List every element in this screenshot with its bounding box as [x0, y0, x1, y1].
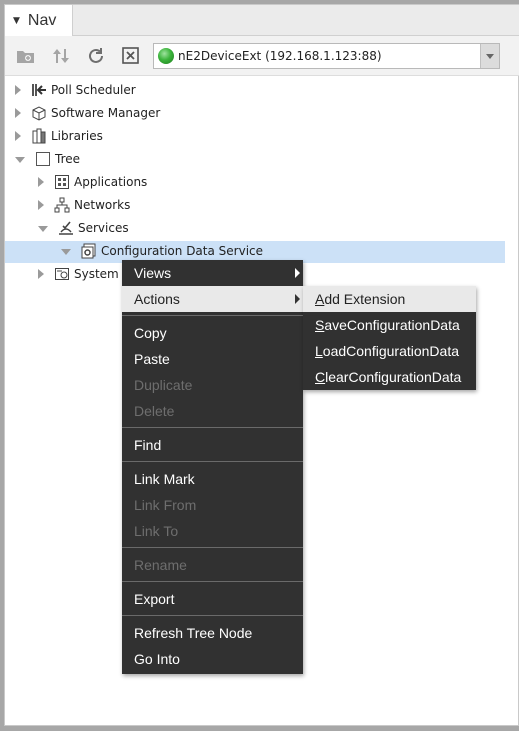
chevron-down-icon[interactable] — [480, 44, 499, 68]
menu-separator — [122, 581, 303, 582]
menu-item-export[interactable]: Export — [122, 586, 303, 612]
menu-item-label: aveConfigurationData — [324, 317, 460, 333]
context-menu: Views Actions Copy Paste Duplicate Delet… — [122, 260, 303, 674]
mnemonic-letter: C — [315, 369, 326, 385]
libraries-icon — [31, 128, 47, 144]
menu-item-label: learConfigurationData — [325, 369, 462, 385]
expand-icon[interactable] — [38, 200, 44, 210]
refresh-icon[interactable] — [85, 46, 107, 66]
expand-icon[interactable] — [38, 177, 44, 187]
tree-item-label: Poll Scheduler — [51, 83, 136, 97]
menu-separator — [122, 615, 303, 616]
submenu-item-save-configuration-data[interactable]: SaveConfigurationData — [303, 312, 476, 338]
menu-item-go-into[interactable]: Go Into — [122, 646, 303, 672]
expand-icon[interactable] — [15, 85, 21, 95]
menu-item-find[interactable]: Find — [122, 432, 303, 458]
menu-item-refresh-tree-node[interactable]: Refresh Tree Node — [122, 620, 303, 646]
menu-item-rename: Rename — [122, 552, 303, 578]
expand-icon[interactable] — [38, 269, 44, 279]
tree-item-label: Libraries — [51, 129, 103, 143]
tree-item-services[interactable]: Services — [38, 217, 129, 239]
menu-item-label: Delete — [134, 403, 175, 419]
menu-item-label: Paste — [134, 351, 170, 367]
menu-item-label: Views — [134, 265, 172, 281]
menu-item-label: Link To — [134, 523, 179, 539]
mnemonic-letter: S — [315, 317, 325, 333]
status-dot-icon — [158, 48, 174, 64]
menu-separator — [122, 547, 303, 548]
networks-icon — [54, 197, 70, 213]
submenu-item-load-configuration-data[interactable]: LoadConfigurationData — [303, 338, 476, 364]
tab-nav[interactable]: ▼ Nav — [5, 5, 73, 36]
menu-item-label: Refresh Tree Node — [134, 625, 253, 641]
menu-item-label: dd Extension — [324, 291, 406, 307]
tree-item-networks[interactable]: Networks — [38, 194, 130, 216]
tree-item-label: Networks — [74, 198, 131, 212]
collapse-icon[interactable] — [38, 226, 48, 232]
submenu-item-add-extension[interactable]: Add Extension — [303, 286, 476, 312]
mnemonic-letter: L — [315, 343, 323, 359]
menu-item-label: Go Into — [134, 651, 180, 667]
expand-icon[interactable] — [15, 131, 21, 141]
menu-item-label: Find — [134, 437, 162, 453]
collapse-icon[interactable] — [61, 249, 71, 255]
menu-item-label: oadConfigurationData — [322, 343, 460, 359]
menu-separator — [122, 461, 303, 462]
menu-item-link-from: Link From — [122, 492, 303, 518]
applications-icon — [54, 174, 70, 190]
folder-icon — [35, 151, 51, 167]
menu-item-link-mark[interactable]: Link Mark — [122, 466, 303, 492]
collapse-icon[interactable] — [15, 157, 25, 163]
tree-item-libraries[interactable]: Libraries — [15, 125, 103, 147]
menu-item-actions[interactable]: Actions — [122, 286, 303, 312]
software-manager-icon — [31, 105, 47, 121]
sort-icon[interactable] — [50, 46, 72, 66]
chevron-down-icon[interactable]: ▼ — [13, 16, 20, 26]
nav-toolbar: nE2DeviceExt (192.168.1.123:88) — [5, 36, 519, 76]
tree-item-tree[interactable]: Tree — [15, 148, 80, 170]
menu-item-paste[interactable]: Paste — [122, 346, 303, 372]
menu-separator — [122, 427, 303, 428]
menu-item-label: Copy — [134, 325, 167, 341]
actions-submenu: Add Extension SaveConfigurationData Load… — [303, 286, 476, 390]
tree-item-label: Configuration Data Service — [101, 244, 264, 258]
menu-item-views[interactable]: Views — [122, 260, 303, 286]
menu-item-link-to: Link To — [122, 518, 303, 544]
menu-item-label: Duplicate — [134, 377, 193, 393]
mnemonic-letter: A — [315, 291, 325, 307]
services-icon — [58, 220, 74, 236]
menu-item-label: Rename — [134, 557, 187, 573]
poll-scheduler-icon — [31, 82, 47, 98]
tree-item-configuration-data-service[interactable]: Configuration Data Service — [61, 240, 263, 262]
menu-item-label: Actions — [134, 291, 180, 307]
config-service-icon — [81, 243, 97, 259]
menu-item-duplicate: Duplicate — [122, 372, 303, 398]
submenu-arrow-icon — [295, 268, 300, 278]
menu-item-copy[interactable]: Copy — [122, 320, 303, 346]
new-folder-icon[interactable] — [15, 46, 37, 66]
tree-item-label: Applications — [74, 175, 148, 189]
menu-item-label: Export — [134, 591, 175, 607]
expand-icon[interactable] — [15, 108, 21, 118]
station-select-value: nE2DeviceExt (192.168.1.123:88) — [178, 49, 382, 63]
tree-item-poll-scheduler[interactable]: Poll Scheduler — [15, 79, 136, 101]
submenu-item-clear-configuration-data[interactable]: ClearConfigurationData — [303, 364, 476, 390]
close-icon[interactable] — [120, 46, 142, 66]
menu-item-label: Link From — [134, 497, 197, 513]
tree-item-software-manager[interactable]: Software Manager — [15, 102, 160, 124]
system-icon — [54, 266, 70, 282]
tab-strip: ▼ Nav — [5, 5, 519, 36]
menu-item-delete: Delete — [122, 398, 303, 424]
tree-item-system[interactable]: System — [38, 263, 119, 285]
menu-separator — [122, 315, 303, 316]
tree-item-label: Software Manager — [51, 106, 161, 120]
menu-item-label: Link Mark — [134, 471, 195, 487]
tree-item-label: Services — [78, 221, 129, 235]
tab-nav-label: Nav — [27, 11, 57, 29]
tree-item-label: Tree — [55, 152, 81, 166]
tree-item-label: System — [74, 267, 119, 281]
tree-item-applications[interactable]: Applications — [38, 171, 147, 193]
submenu-arrow-icon — [295, 294, 300, 304]
station-select[interactable]: nE2DeviceExt (192.168.1.123:88) — [153, 43, 500, 69]
